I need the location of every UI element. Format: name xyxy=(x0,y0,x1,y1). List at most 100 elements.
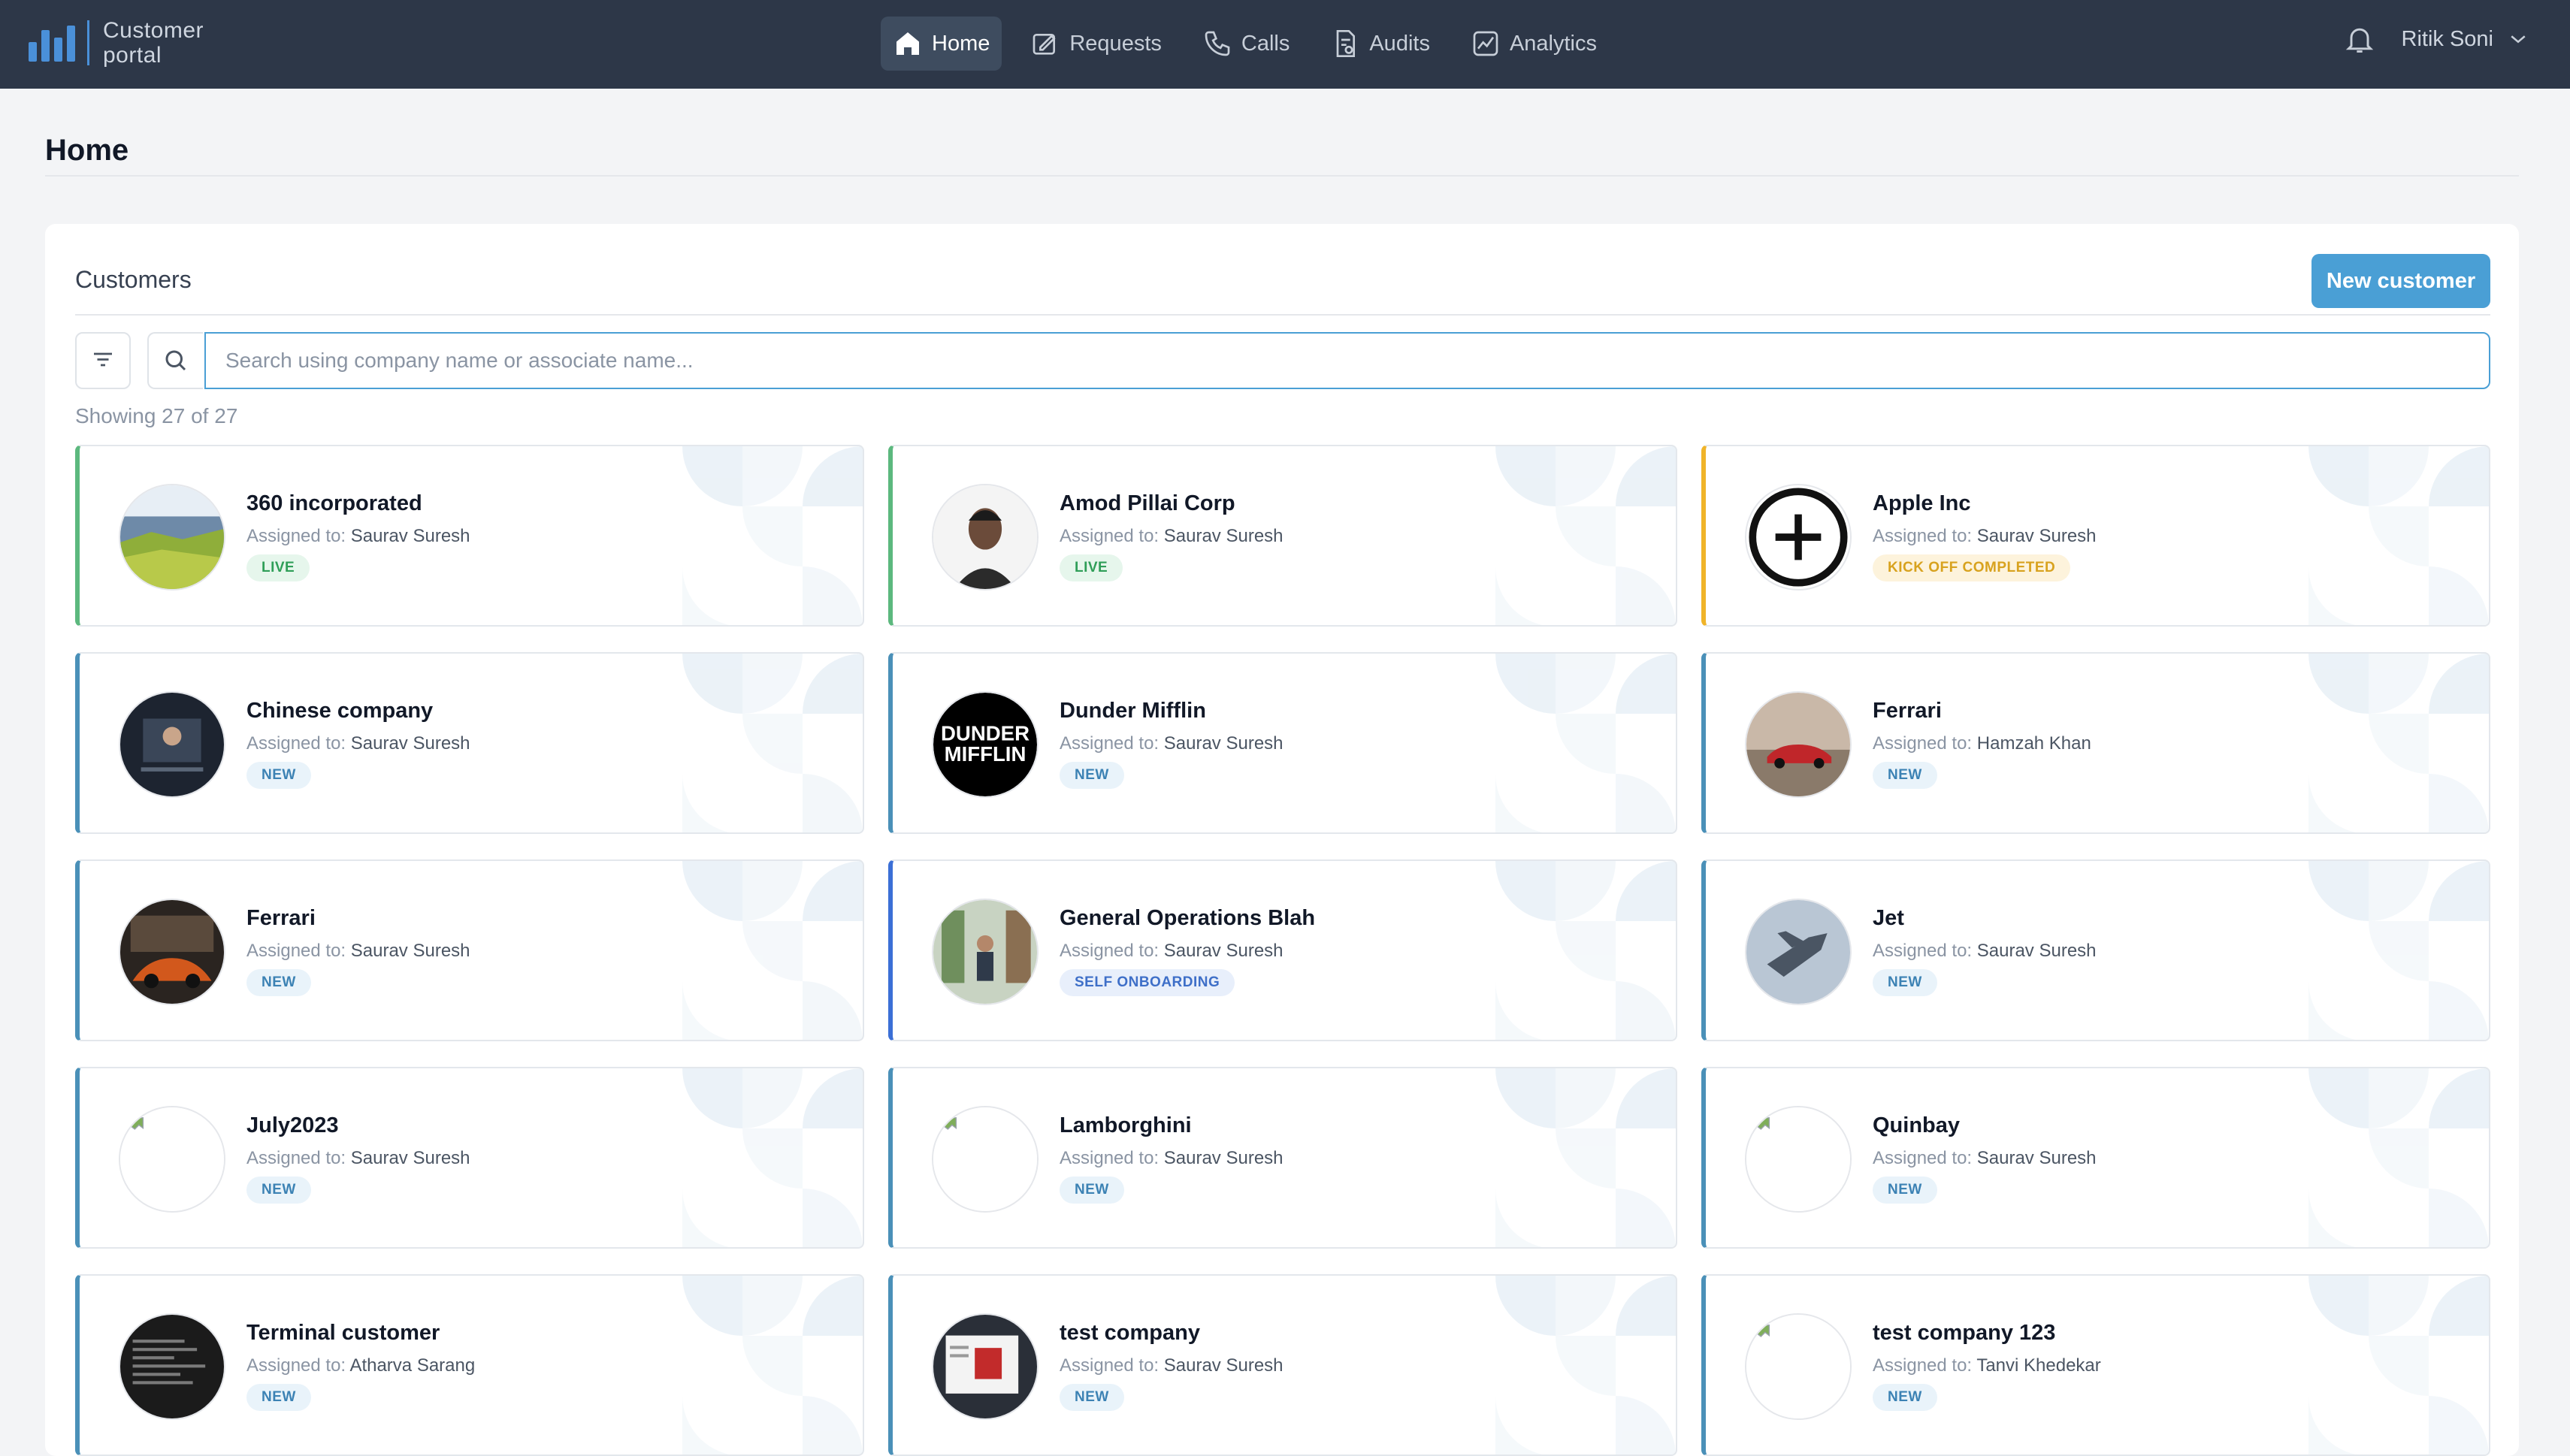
card-background-pattern xyxy=(652,1276,863,1454)
customer-assignee: Assigned to: Saurav Suresh xyxy=(1873,1148,2097,1169)
svg-text:MIFFLIN: MIFFLIN xyxy=(945,742,1026,766)
customer-card[interactable]: Terminal customer Assigned to: Atharva Sa… xyxy=(75,1274,864,1456)
page-title: Home xyxy=(45,134,129,167)
assigned-prefix: Assigned to: xyxy=(246,526,346,546)
assigned-prefix: Assigned to: xyxy=(1060,733,1160,754)
customer-card[interactable]: test company Assigned to: Saurav Suresh NE… xyxy=(888,1274,1677,1456)
customer-name: Terminal customer xyxy=(246,1321,440,1345)
status-badge: LIVE xyxy=(1060,554,1123,581)
customer-card[interactable]: DUNDER MIFFLIN Dunder Mifflin Assigned to: … xyxy=(888,652,1677,834)
assigned-prefix: Assigned to: xyxy=(246,733,346,754)
customer-assignee: Assigned to: Saurav Suresh xyxy=(1873,526,2097,547)
assigned-prefix: Assigned to: xyxy=(1873,941,1973,961)
search-icon xyxy=(165,350,186,371)
customer-card[interactable]: Lamborghini Assigned to: Saurav Suresh NEW xyxy=(888,1067,1677,1249)
customer-name: 360 incorporated xyxy=(246,491,422,515)
nav-analytics[interactable]: Analytics xyxy=(1459,17,1609,71)
card-background-pattern xyxy=(652,861,863,1040)
search-input[interactable] xyxy=(204,332,2490,389)
customer-card[interactable]: Quinbay Assigned to: Saurav Suresh NEW xyxy=(1701,1067,2490,1249)
assignee-name: Tanvi Khedekar xyxy=(1976,1355,2101,1376)
nav-analytics-label: Analytics xyxy=(1509,31,1597,56)
nav-audits[interactable]: Audits xyxy=(1318,17,1442,71)
card-background-pattern xyxy=(652,446,863,625)
customer-card[interactable]: Ferrari Assigned to: Hamzah Khan NEW xyxy=(1701,652,2490,834)
customer-card[interactable]: test company 123 Assigned to: Tanvi Khede… xyxy=(1701,1274,2490,1456)
customer-card[interactable]: 360 incorporated Assigned to: Saurav Sure… xyxy=(75,445,864,627)
status-badge: NEW xyxy=(1873,1177,1937,1204)
assigned-prefix: Assigned to: xyxy=(1873,526,1973,546)
status-badge: NEW xyxy=(246,762,311,789)
customers-title: Customers xyxy=(75,266,192,293)
card-background-pattern xyxy=(652,654,863,832)
customer-card[interactable]: July2023 Assigned to: Saurav Suresh NEW xyxy=(75,1067,864,1249)
user-menu[interactable]: Ritik Soni xyxy=(2402,27,2530,52)
person-photo xyxy=(932,484,1039,591)
customer-name: test company xyxy=(1060,1321,1200,1345)
nav-requests[interactable]: Requests xyxy=(1018,17,1174,71)
terminal-photo xyxy=(119,1313,225,1420)
assignee-name: Saurav Suresh xyxy=(350,941,470,961)
customer-card-grid: 360 incorporated Assigned to: Saurav Sure… xyxy=(75,445,2490,1456)
customer-name: Ferrari xyxy=(1873,699,1942,723)
customer-assignee: Assigned to: Saurav Suresh xyxy=(1060,1148,1283,1169)
assignee-name: Saurav Suresh xyxy=(1976,526,2097,546)
assigned-prefix: Assigned to: xyxy=(1873,733,1973,754)
analytics-icon xyxy=(1473,31,1498,56)
divider xyxy=(75,314,2490,316)
filter-button[interactable] xyxy=(75,332,131,389)
customer-card[interactable]: Ferrari Assigned to: Saurav Suresh NEW xyxy=(75,859,864,1041)
customer-name: Jet xyxy=(1873,906,1904,930)
customer-name: Quinbay xyxy=(1873,1113,1961,1137)
top-navigation-bar: Customer portal Home Requests Calls Audi… xyxy=(0,0,2570,89)
nav-home-label: Home xyxy=(932,31,990,56)
card-background-pattern xyxy=(1465,1276,1676,1454)
bell-icon[interactable] xyxy=(2343,23,2376,56)
customer-card[interactable]: General Operations Blah Assigned to: Saur… xyxy=(888,859,1677,1041)
customer-card[interactable]: Apple Inc Assigned to: Saurav Suresh KICK … xyxy=(1701,445,2490,627)
broken-image-icon xyxy=(932,1106,1039,1213)
customer-name: General Operations Blah xyxy=(1060,906,1316,930)
app-logo[interactable]: Customer portal xyxy=(29,18,204,68)
status-badge: NEW xyxy=(1873,762,1937,789)
red-car-photo xyxy=(1745,691,1852,798)
phone-icon xyxy=(1205,31,1230,56)
customer-name: Ferrari xyxy=(246,906,316,930)
main-nav: Home Requests Calls Audits Analytics xyxy=(881,17,1609,71)
customer-assignee: Assigned to: Tanvi Khedekar xyxy=(1873,1355,2101,1376)
assigned-prefix: Assigned to: xyxy=(1060,1148,1160,1168)
assignee-name: Saurav Suresh xyxy=(1976,1148,2097,1168)
new-customer-button[interactable]: New customer xyxy=(2311,254,2490,308)
customer-assignee: Assigned to: Saurav Suresh xyxy=(246,526,470,547)
nav-audits-label: Audits xyxy=(1369,31,1430,56)
home-icon xyxy=(896,32,919,55)
assignee-name: Atharva Sarang xyxy=(349,1355,476,1376)
customer-card[interactable]: Jet Assigned to: Saurav Suresh NEW xyxy=(1701,859,2490,1041)
user-name-label: Ritik Soni xyxy=(2401,26,2494,51)
status-badge: NEW xyxy=(246,969,311,996)
status-badge: KICK OFF COMPLETED xyxy=(1873,554,2071,581)
customer-assignee: Assigned to: Hamzah Khan xyxy=(1873,733,2091,754)
assignee-name: Saurav Suresh xyxy=(1163,1148,1283,1168)
customer-name: Chinese company xyxy=(246,699,434,723)
assigned-prefix: Assigned to: xyxy=(1060,526,1160,546)
orange-car-photo xyxy=(119,899,225,1005)
landscape-photo xyxy=(119,484,225,591)
card-background-pattern xyxy=(2278,861,2489,1040)
customer-card[interactable]: Amod Pillai Corp Assigned to: Saurav Sure… xyxy=(888,445,1677,627)
customer-assignee: Assigned to: Saurav Suresh xyxy=(246,733,470,754)
svg-text:DUNDER: DUNDER xyxy=(941,721,1030,745)
search-button[interactable] xyxy=(147,332,203,389)
audit-document-icon xyxy=(1337,30,1356,57)
customer-assignee: Assigned to: Saurav Suresh xyxy=(246,941,470,962)
nav-home[interactable]: Home xyxy=(881,17,1002,71)
assigned-prefix: Assigned to: xyxy=(1873,1148,1973,1168)
assignee-name: Saurav Suresh xyxy=(1163,941,1283,961)
nav-calls[interactable]: Calls xyxy=(1190,17,1302,71)
assigned-prefix: Assigned to: xyxy=(246,1148,346,1168)
card-background-pattern xyxy=(2278,654,2489,832)
customer-assignee: Assigned to: Saurav Suresh xyxy=(1060,733,1283,754)
customer-card[interactable]: Chinese company Assigned to: Saurav Sures… xyxy=(75,652,864,834)
nav-requests-label: Requests xyxy=(1069,31,1162,56)
card-background-pattern xyxy=(652,1068,863,1247)
